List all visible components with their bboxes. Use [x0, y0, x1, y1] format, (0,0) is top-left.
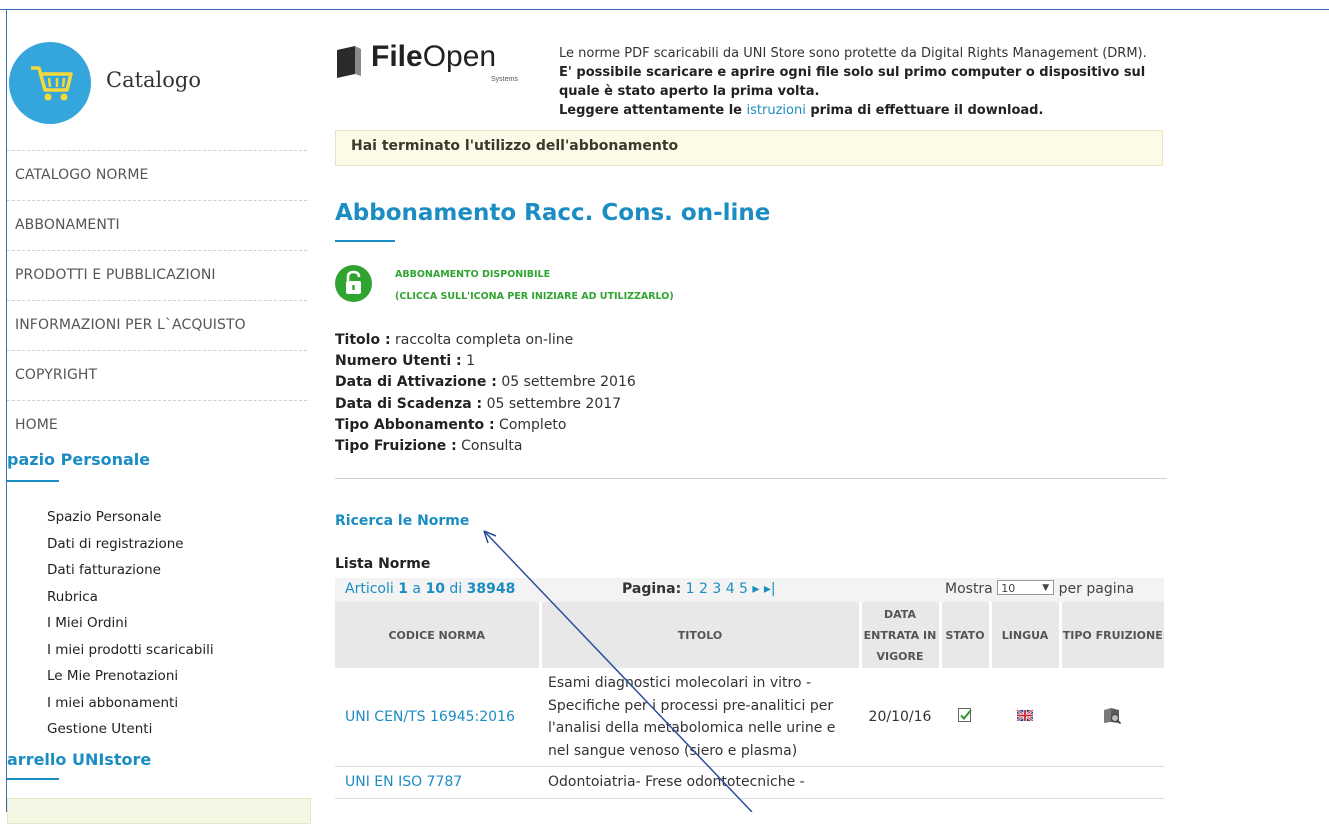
per-page-select[interactable]: 10 ▼: [997, 579, 1055, 595]
fileopen-brand-sub: Systems: [491, 76, 518, 83]
subscription-info: Titolo : raccolta completa on-line Numer…: [335, 330, 636, 457]
menu-item-informazioni[interactable]: INFORMAZIONI PER L`ACQUISTO: [7, 300, 307, 350]
menu-item-prodotti[interactable]: PRODOTTI E PUBBLICAZIONI: [7, 250, 307, 300]
personal-item-fatturazione[interactable]: Dati fatturazione: [47, 557, 214, 584]
table-row: UNI EN ISO 7787 Odontoiatria- Frese odon…: [335, 766, 1164, 799]
info-tipo-fruizione: Tipo Fruizione : Consulta: [335, 438, 523, 455]
pagination[interactable]: Pagina: 1 2 3 4 5 ▸ ▸|: [622, 581, 776, 597]
sidebar: Catalogo CATALOGO NORME ABBONAMENTI PROD…: [7, 10, 312, 824]
notice-text: Hai terminato l'utilizzo dell'abbonament…: [351, 138, 679, 154]
fileopen-brand-light: Open: [422, 40, 497, 73]
window-top-border: [0, 0, 1329, 10]
personal-item-spazio[interactable]: Spazio Personale: [47, 504, 214, 531]
main-menu: CATALOGO NORME ABBONAMENTI PRODOTTI E PU…: [7, 150, 307, 450]
cart-box: [7, 798, 311, 824]
istruzioni-link[interactable]: istruzioni: [747, 103, 806, 118]
norm-code-link[interactable]: UNI CEN/TS 16945:2016: [335, 668, 540, 767]
main-content: FileOpen Systems Le norme PDF scaricabil…: [335, 10, 1167, 812]
personal-item-abbonamenti[interactable]: I miei abbonamenti: [47, 690, 214, 717]
page-links[interactable]: 1 2 3 4 5 ▸ ▸|: [686, 581, 776, 597]
catalog-brand[interactable]: Catalogo: [7, 42, 307, 132]
title-underline: [335, 240, 395, 242]
document-check-icon: [958, 708, 972, 722]
personal-section-underline: [7, 480, 59, 482]
personal-item-rubrica[interactable]: Rubrica: [47, 584, 214, 611]
drm-notice: Le norme PDF scaricabili da UNI Store so…: [559, 44, 1179, 120]
info-tipo-abbonamento: Tipo Abbonamento : Completo: [335, 416, 567, 433]
fruition-cell: [1060, 766, 1164, 799]
fruition-cell: [1060, 668, 1164, 767]
col-header-lingua[interactable]: LINGUA: [990, 602, 1062, 668]
personal-item-ordini[interactable]: I Miei Ordini: [47, 610, 214, 637]
list-title: Lista Norme: [335, 556, 431, 572]
per-page-control: Mostra 10 ▼ per pagina: [945, 579, 1135, 597]
fileopen-brand-bold: File: [371, 40, 423, 73]
unlock-icon[interactable]: [335, 265, 372, 302]
menu-item-home[interactable]: HOME: [7, 400, 307, 450]
col-header-data[interactable]: DATA ENTRATA IN VIGORE: [860, 602, 942, 668]
search-norms-link[interactable]: Ricerca le Norme: [335, 513, 469, 529]
status-cell: [940, 766, 990, 799]
pager-bar: Articoli 1 a 10 di 38948 Pagina: 1 2 3 4…: [335, 578, 1164, 602]
norm-date: [860, 766, 940, 799]
col-header-tipo[interactable]: TIPO FRUIZIONE: [1060, 602, 1164, 668]
norm-code-link[interactable]: UNI EN ISO 7787: [335, 766, 540, 799]
cart-section-title: arrello UNIstore: [7, 750, 152, 769]
brand-title: Catalogo: [106, 68, 201, 92]
personal-item-gestione-utenti[interactable]: Gestione Utenti: [47, 716, 214, 743]
menu-item-abbonamenti[interactable]: ABBONAMENTI: [7, 200, 307, 250]
info-data-scadenza: Data di Scadenza : 05 settembre 2017: [335, 395, 622, 412]
info-numero-utenti: Numero Utenti : 1: [335, 353, 476, 370]
fileopen-logo: FileOpen Systems: [337, 40, 518, 96]
language-cell: [990, 766, 1060, 799]
info-data-attivazione: Data di Attivazione : 05 settembre 2016: [335, 374, 636, 391]
page-title: Abbonamento Racc. Cons. on-line: [335, 200, 771, 226]
subscription-ended-notice: Hai terminato l'utilizzo dell'abbonament…: [335, 130, 1163, 166]
info-titolo: Titolo : raccolta completa on-line: [335, 332, 574, 348]
articles-range: Articoli 1 a 10 di 38948: [345, 581, 516, 597]
personal-section-title: pazio Personale: [7, 450, 151, 469]
col-header-codice[interactable]: CODICE NORMA: [335, 602, 542, 668]
norm-title: Odontoiatria- Frese odontotecniche -: [540, 766, 860, 799]
norm-title: Esami diagnostici molecolari in vitro - …: [540, 668, 860, 767]
drm-line3-post: prima di effettuare il download.: [805, 103, 1044, 118]
table-row: UNI CEN/TS 16945:2016 Esami diagnostici …: [335, 668, 1164, 767]
personal-item-prenotazioni[interactable]: Le Mie Prenotazioni: [47, 663, 214, 690]
fileopen-book-icon: [337, 46, 361, 78]
personal-menu: Spazio Personale Dati di registrazione D…: [47, 504, 214, 743]
drm-line1: Le norme PDF scaricabili da UNI Store so…: [559, 46, 1147, 61]
col-header-stato[interactable]: STATO: [940, 602, 992, 668]
language-cell: [990, 668, 1060, 767]
status-available: ABBONAMENTO DISPONIBILE: [395, 269, 551, 280]
cart-icon: [9, 42, 91, 124]
personal-item-scaricabili[interactable]: I miei prodotti scaricabili: [47, 637, 214, 664]
status-cell: [940, 668, 990, 767]
col-header-titolo[interactable]: TITOLO: [540, 602, 862, 668]
status-instruction: (CLICCA SULL'ICONA PER INIZIARE AD UTILI…: [395, 291, 674, 302]
personal-item-registrazione[interactable]: Dati di registrazione: [47, 531, 214, 558]
book-view-icon[interactable]: [1102, 705, 1122, 725]
chevron-down-icon: ▼: [1042, 582, 1050, 593]
drm-line2: E' possibile scaricare e aprire ogni fil…: [559, 65, 1146, 99]
norms-table: CODICE NORMA TITOLO DATA ENTRATA IN VIGO…: [335, 602, 1164, 799]
menu-item-catalogo-norme[interactable]: CATALOGO NORME: [7, 150, 307, 200]
menu-item-copyright[interactable]: COPYRIGHT: [7, 350, 307, 400]
cart-section-underline: [7, 778, 59, 780]
divider: [335, 478, 1167, 479]
table-header-row: CODICE NORMA TITOLO DATA ENTRATA IN VIGO…: [335, 602, 1164, 668]
uk-flag-icon: [1016, 709, 1034, 722]
drm-line3-pre: Leggere attentamente le: [559, 103, 747, 118]
norm-date: 20/10/16: [860, 668, 940, 767]
